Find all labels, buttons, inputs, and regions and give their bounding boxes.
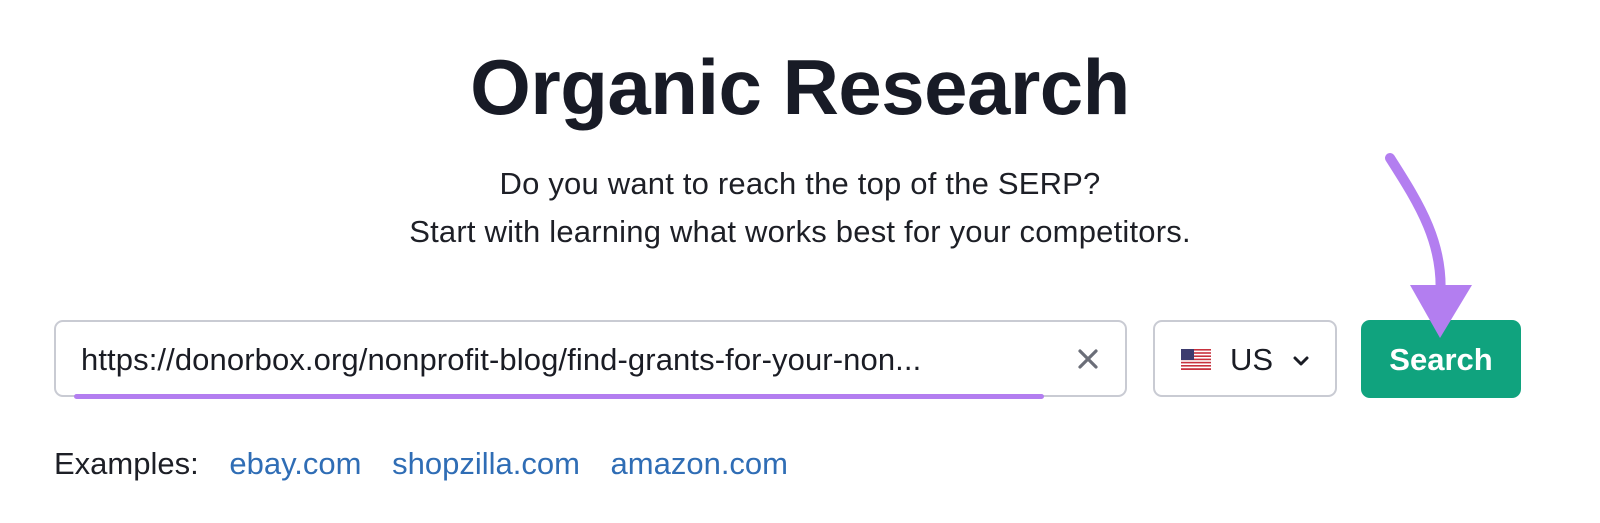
examples-label: Examples: — [54, 446, 199, 481]
close-icon[interactable] — [1073, 344, 1103, 374]
subtitle-line-1: Do you want to reach the top of the SERP… — [499, 166, 1101, 201]
country-select[interactable]: US — [1153, 320, 1337, 397]
examples-row: Examples: ebay.com shopzilla.com amazon.… — [54, 446, 810, 482]
search-input-value[interactable]: https://donorbox.org/nonprofit-blog/find… — [81, 342, 921, 378]
search-button[interactable]: Search — [1361, 320, 1521, 398]
example-link-amazon[interactable]: amazon.com — [611, 446, 788, 481]
example-link-ebay[interactable]: ebay.com — [229, 446, 361, 481]
subtitle-line-2: Start with learning what works best for … — [409, 214, 1191, 249]
domain-search-input[interactable]: https://donorbox.org/nonprofit-blog/find… — [54, 320, 1127, 399]
example-link-shopzilla[interactable]: shopzilla.com — [392, 446, 580, 481]
organic-research-page: Organic Research Do you want to reach th… — [0, 0, 1600, 523]
country-label: US — [1230, 342, 1274, 377]
page-title: Organic Research — [470, 43, 1130, 131]
us-flag-icon — [1181, 349, 1211, 370]
chevron-down-icon — [1293, 356, 1309, 366]
highlight-underline — [74, 394, 1044, 399]
